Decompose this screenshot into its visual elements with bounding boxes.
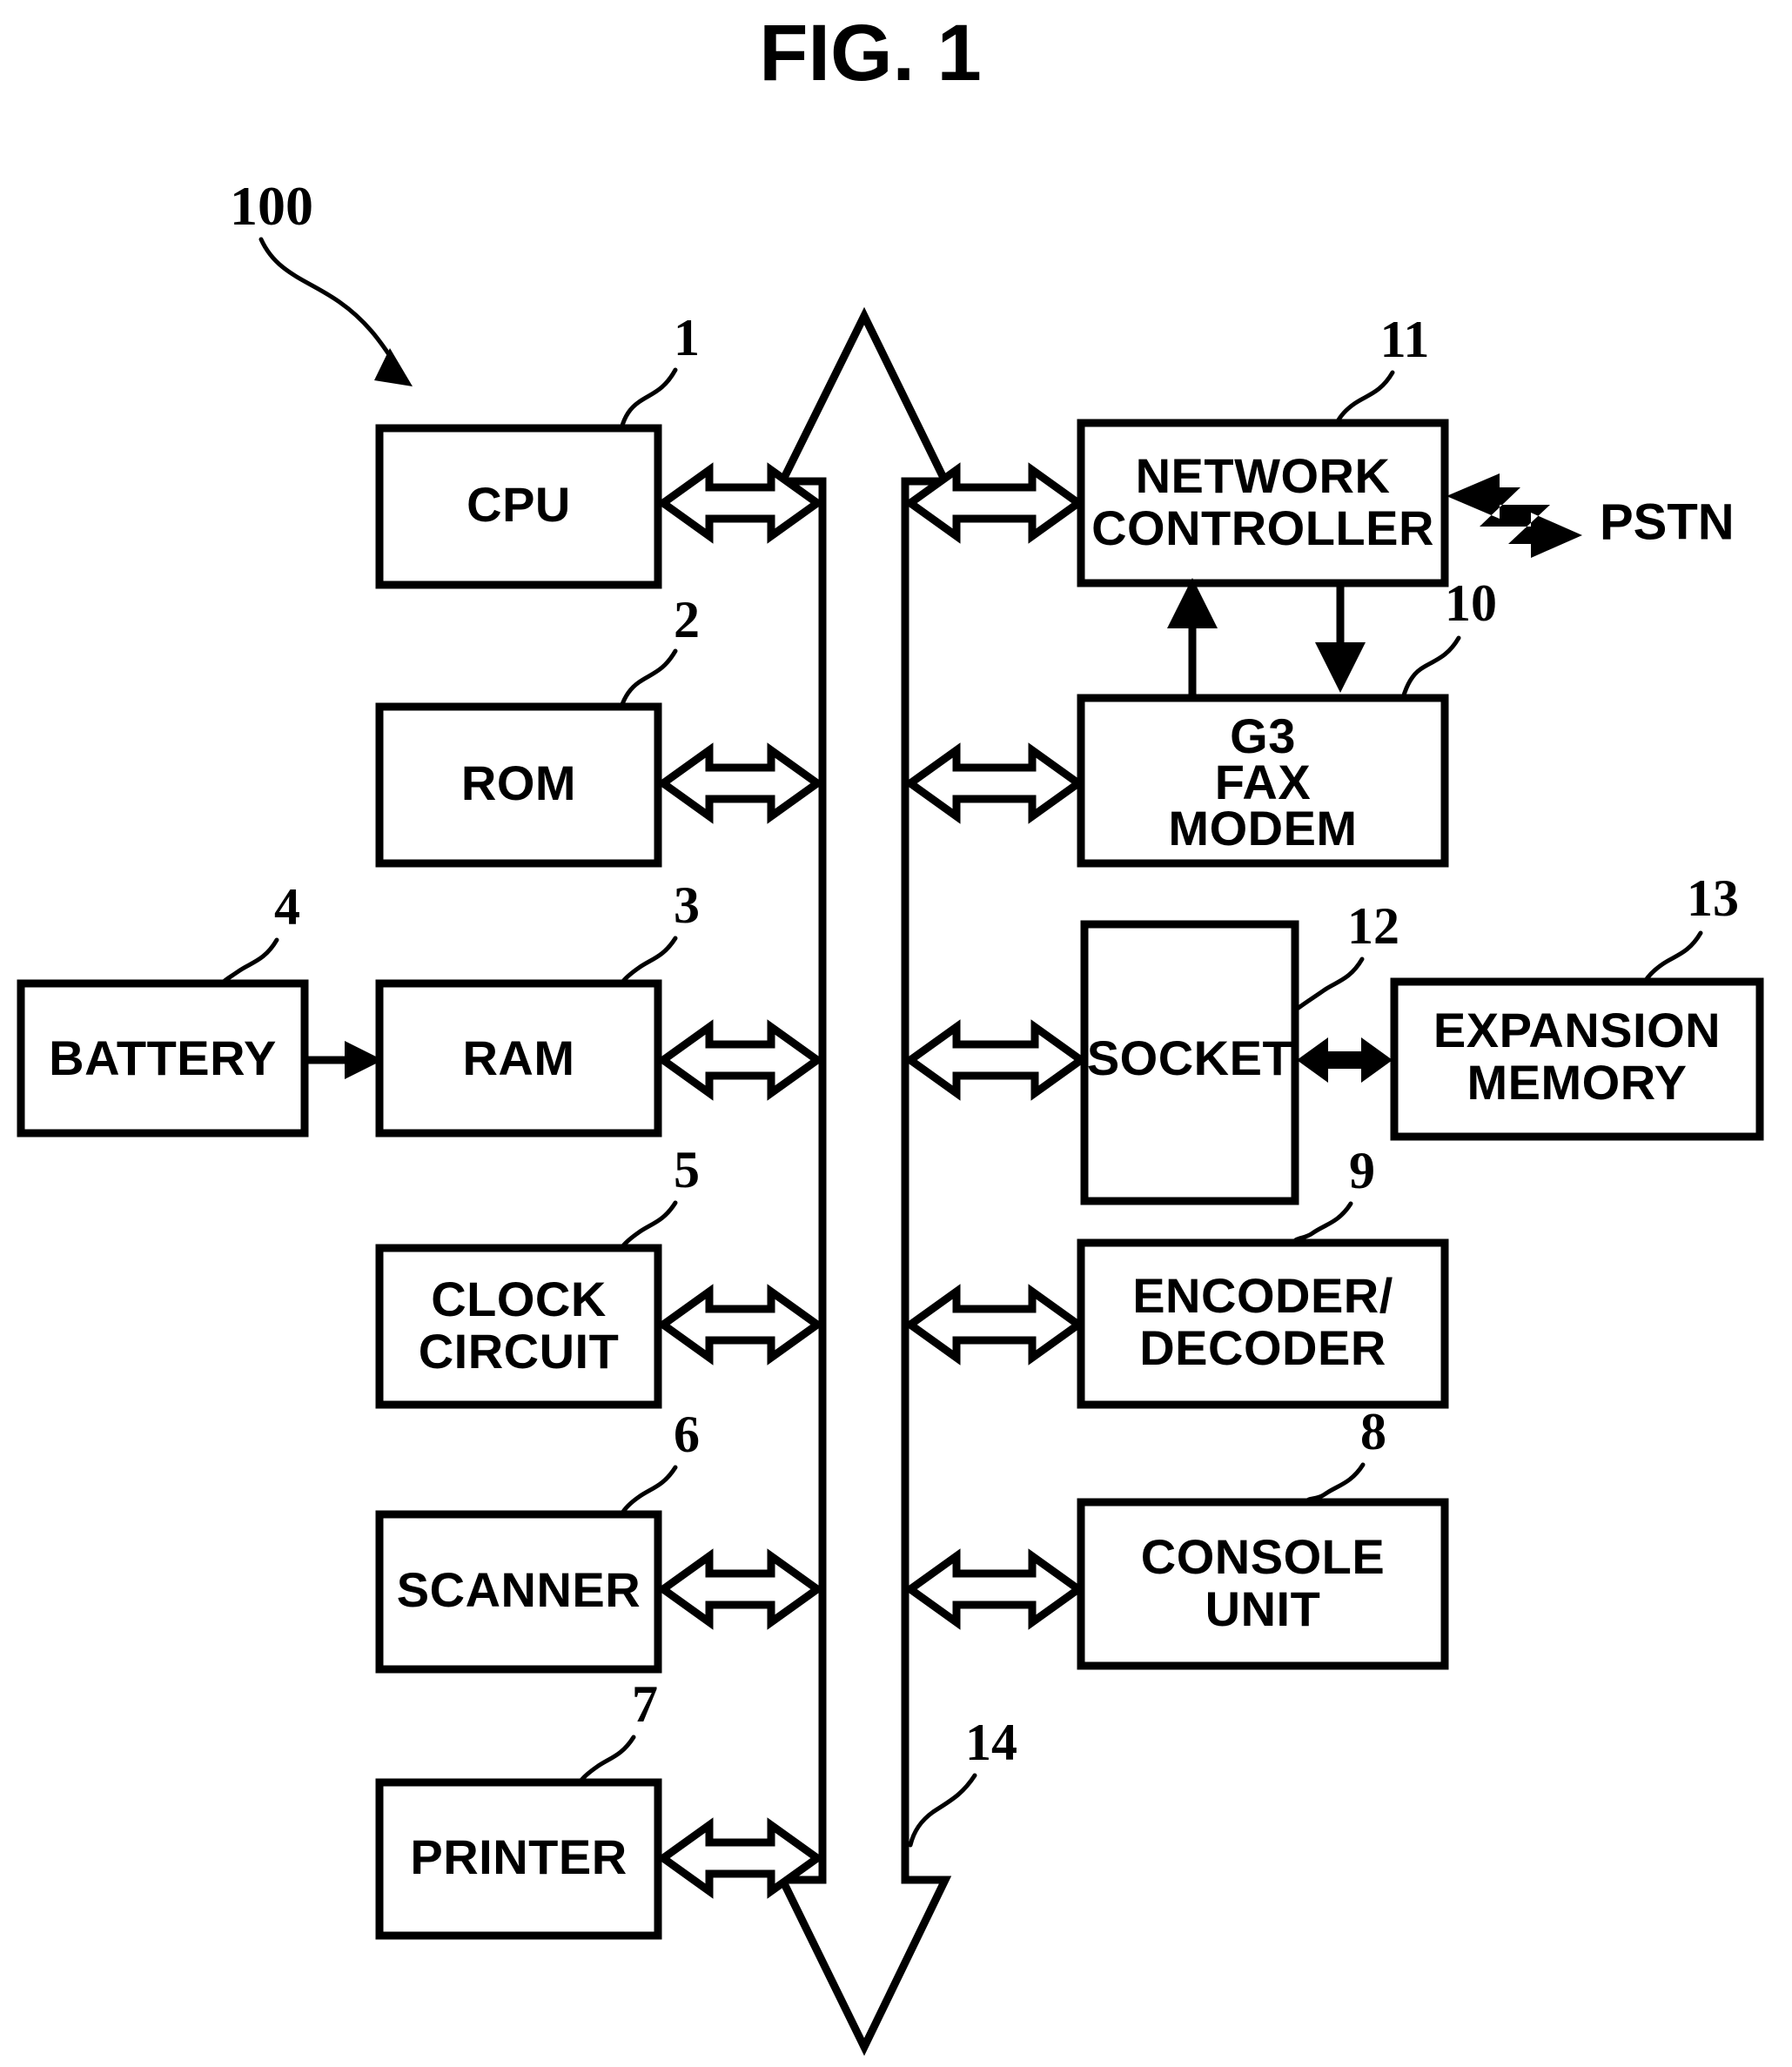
arrow-bus-encoder-decoder (903, 1284, 1085, 1366)
leader-line-13 (1642, 930, 1703, 984)
ram-label: RAM (462, 1030, 574, 1085)
block-clock-circuit: CLOCK CIRCUIT (375, 1244, 662, 1409)
leader-line-10 (1400, 635, 1461, 701)
leader-line-2 (619, 648, 678, 709)
socket-label: SOCKET (1087, 1030, 1292, 1085)
connector-modem-to-controller (1167, 578, 1218, 698)
ref-number-7: 7 (632, 1675, 658, 1733)
battery-label: BATTERY (49, 1030, 277, 1085)
clock-circuit-label-line1: CLOCK (431, 1272, 607, 1326)
block-scanner: SCANNER (375, 1510, 662, 1674)
console-unit-label-line2: UNIT (1205, 1581, 1321, 1636)
g3-fax-modem-label-line3: MODEM (1168, 801, 1357, 856)
ref-number-12: 12 (1347, 897, 1399, 955)
double-arrow-icon-socket-memory (1297, 1037, 1393, 1083)
arrowhead-down-to-modem (1315, 642, 1366, 693)
block-rom: ROM (375, 702, 662, 868)
system-bus (775, 306, 952, 2057)
figure-title: FIG. 1 (759, 9, 982, 97)
arrow-socket-expansion-memory (1297, 1037, 1393, 1083)
pstn-connection: PSTN (1446, 473, 1735, 558)
ref-number-4: 4 (274, 878, 300, 936)
leader-line-6 (619, 1465, 678, 1517)
ref-number-11: 11 (1380, 311, 1430, 368)
block-console-unit: CONSOLE UNIT (1077, 1498, 1449, 1670)
block-network-controller: NETWORK CONTROLLER (1077, 419, 1449, 587)
arrow-scanner-bus (656, 1548, 824, 1630)
ref-number-6: 6 (674, 1406, 700, 1463)
pstn-label: PSTN (1600, 493, 1735, 550)
printer-label: PRINTER (410, 1829, 627, 1884)
connector-controller-to-modem (1315, 583, 1366, 693)
leader-line-4 (219, 937, 279, 986)
leader-line-5 (619, 1200, 678, 1251)
arrow-clock-circuit-bus (656, 1284, 824, 1366)
network-controller-label-line2: CONTROLLER (1091, 500, 1434, 555)
arrow-bus-socket (903, 1019, 1088, 1101)
leader-line-3 (619, 936, 678, 986)
encoder-decoder-label-line2: DECODER (1139, 1320, 1386, 1375)
patent-figure: FIG. 1 100 14 CPU 1 NETWORK CONTROLLER 1… (0, 0, 1792, 2067)
leader-line-11 (1334, 370, 1395, 426)
arrow-battery-to-ram (306, 1041, 383, 1079)
ref-number-14: 14 (965, 1714, 1017, 1771)
leader-line-100 (258, 237, 396, 364)
block-ram: RAM (375, 979, 662, 1138)
leader-line-7 (577, 1735, 636, 1785)
pstn-zigzag-arrow-icon (1446, 473, 1582, 558)
ref-number-8: 8 (1360, 1403, 1386, 1460)
ref-number-2: 2 (674, 591, 700, 648)
rom-label: ROM (461, 755, 576, 810)
block-encoder-decoder: ENCODER/ DECODER (1077, 1238, 1449, 1409)
scanner-label: SCANNER (397, 1562, 641, 1617)
figure-1-block-diagram: FIG. 1 100 14 CPU 1 NETWORK CONTROLLER 1… (17, 9, 1764, 2057)
ref-number-100: 100 (230, 175, 313, 237)
leader-line-14 (908, 1773, 977, 1848)
leader-line-1 (619, 367, 678, 431)
expansion-memory-label-line1: EXPANSION (1433, 1003, 1721, 1057)
clock-circuit-label-line2: CIRCUIT (419, 1324, 620, 1379)
arrow-rom-bus (656, 742, 824, 824)
arrow-bus-g3-fax-modem (903, 742, 1085, 824)
block-cpu: CPU (375, 424, 662, 589)
expansion-memory-label-line2: MEMORY (1467, 1055, 1688, 1110)
leader-line-8 (1303, 1462, 1366, 1505)
ref-number-1: 1 (674, 309, 700, 366)
block-g3-fax-modem: G3 FAX MODEM (1077, 694, 1449, 868)
arrow-ram-bus (656, 1019, 824, 1101)
block-socket: SOCKET (1080, 920, 1299, 1205)
network-controller-label-line1: NETWORK (1136, 448, 1391, 503)
leader-arrowhead-100 (374, 348, 413, 386)
cpu-label: CPU (466, 477, 571, 532)
ref-number-10: 10 (1445, 574, 1497, 632)
ref-number-9: 9 (1349, 1142, 1375, 1199)
arrow-bus-console-unit (903, 1548, 1085, 1630)
block-printer: PRINTER (375, 1778, 662, 1940)
block-battery: BATTERY (17, 979, 309, 1138)
console-unit-label-line1: CONSOLE (1141, 1529, 1385, 1584)
ref-number-13: 13 (1687, 869, 1739, 927)
block-expansion-memory: EXPANSION MEMORY (1390, 977, 1764, 1141)
leader-line-9 (1291, 1201, 1353, 1245)
ref-number-5: 5 (674, 1141, 700, 1198)
ref-number-3: 3 (674, 876, 700, 934)
encoder-decoder-label-line1: ENCODER/ (1132, 1268, 1393, 1323)
leader-line-12 (1296, 956, 1365, 1010)
